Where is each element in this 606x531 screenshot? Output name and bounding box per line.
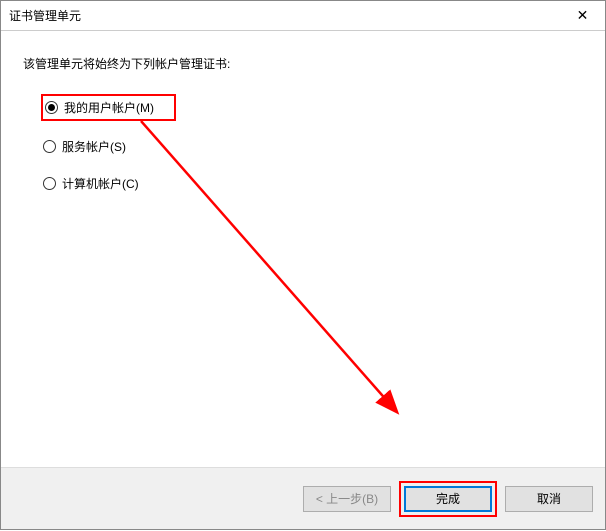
titlebar: 证书管理单元 ✕ xyxy=(1,1,605,31)
window-title: 证书管理单元 xyxy=(9,7,81,24)
finish-button-highlight: 完成 xyxy=(399,481,497,517)
close-button[interactable]: ✕ xyxy=(560,1,605,31)
dialog-window: 证书管理单元 ✕ 该管理单元将始终为下列帐户管理证书: 我的用户帐户(M) 服务… xyxy=(0,0,606,530)
account-radio-group: 我的用户帐户(M) 服务帐户(S) 计算机帐户(C) xyxy=(41,94,583,195)
dialog-footer: < 上一步(B) 完成 取消 xyxy=(1,467,605,529)
close-icon: ✕ xyxy=(577,7,589,24)
back-button: < 上一步(B) xyxy=(303,486,391,512)
description-text: 该管理单元将始终为下列帐户管理证书: xyxy=(23,55,583,72)
radio-label: 服务帐户(S) xyxy=(62,138,126,155)
radio-service-account[interactable]: 服务帐户(S) xyxy=(41,135,583,158)
content-area: 该管理单元将始终为下列帐户管理证书: 我的用户帐户(M) 服务帐户(S) 计算机… xyxy=(1,31,605,195)
radio-my-user-account[interactable]: 我的用户帐户(M) xyxy=(41,94,176,121)
finish-button[interactable]: 完成 xyxy=(404,486,492,512)
radio-label: 计算机帐户(C) xyxy=(62,175,139,192)
radio-computer-account[interactable]: 计算机帐户(C) xyxy=(41,172,583,195)
cancel-button[interactable]: 取消 xyxy=(505,486,593,512)
radio-icon xyxy=(43,140,56,153)
radio-label: 我的用户帐户(M) xyxy=(64,99,154,116)
radio-icon xyxy=(45,101,58,114)
radio-icon xyxy=(43,177,56,190)
